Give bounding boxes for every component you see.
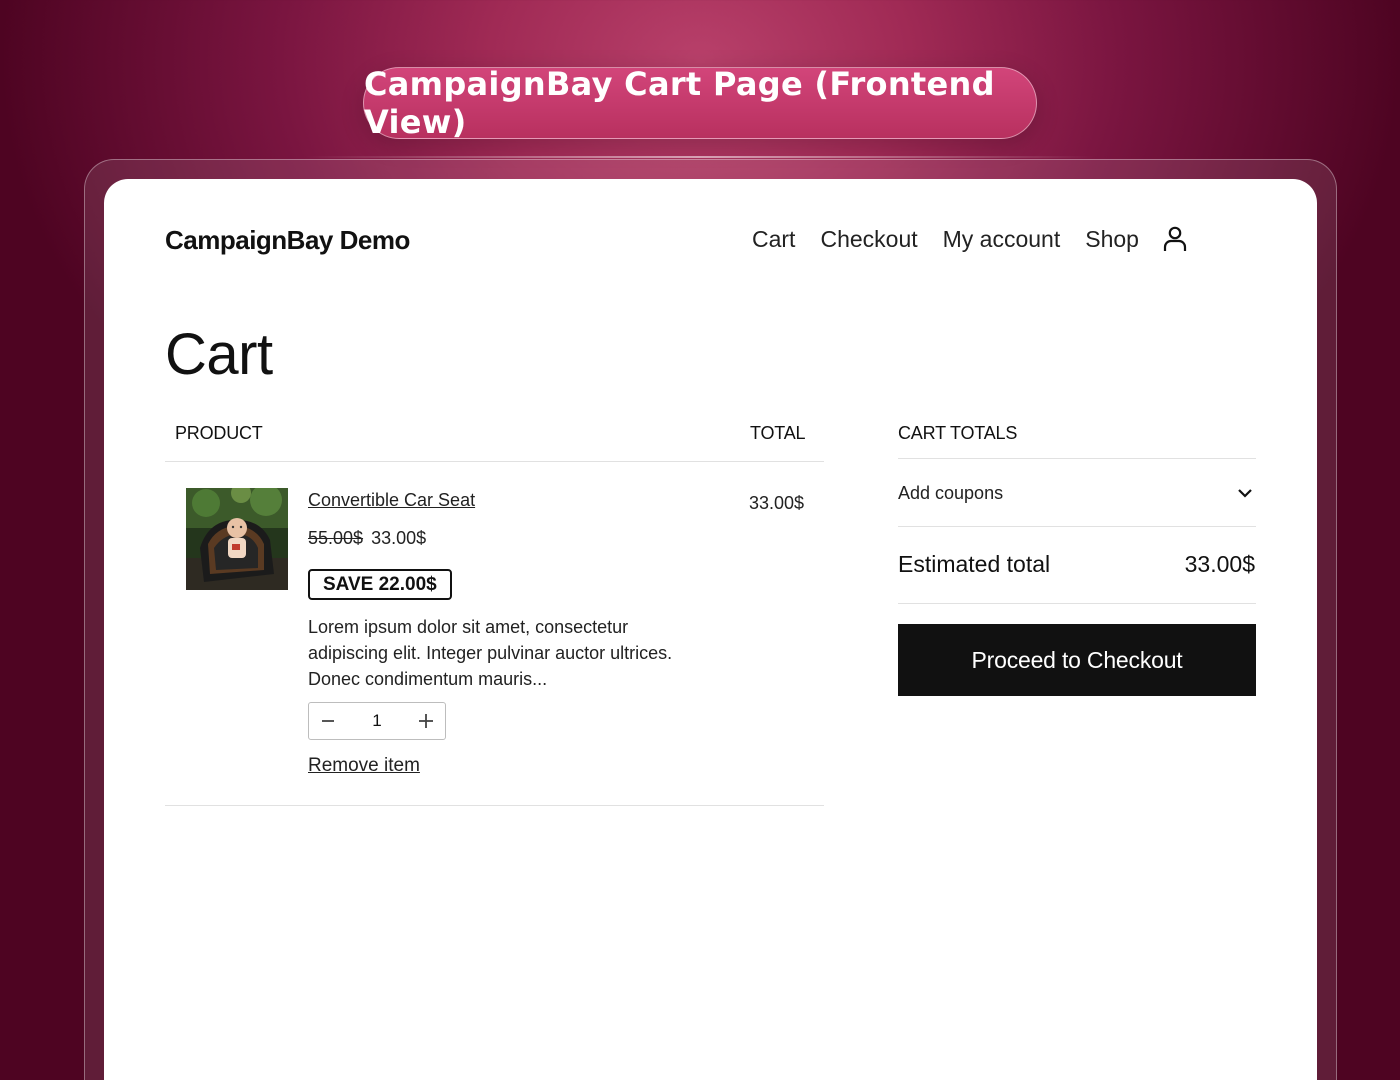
add-coupons-label: Add coupons	[898, 482, 1004, 503]
product-description: Lorem ipsum dolor sit amet, consectetur …	[308, 617, 673, 689]
site-brand[interactable]: CampaignBay Demo	[165, 225, 410, 256]
decrease-quantity-button[interactable]	[309, 703, 347, 739]
column-header-total: TOTAL	[750, 423, 806, 443]
proceed-to-checkout-button[interactable]: Proceed to Checkout	[898, 624, 1256, 696]
nav-item-checkout[interactable]: Checkout	[820, 226, 917, 253]
line-total: 33.00$	[749, 493, 805, 513]
product-price: 55.00$ 33.00$	[308, 528, 426, 549]
chevron-down-icon	[1238, 489, 1252, 498]
page-panel: CampaignBay Demo Cart Checkout My accoun…	[104, 179, 1317, 1080]
add-coupons-toggle[interactable]: Add coupons	[898, 460, 1255, 526]
save-badge-label: SAVE 22.00$	[323, 573, 437, 595]
nav-item-cart[interactable]: Cart	[752, 226, 795, 253]
glow-divider	[305, 156, 1095, 158]
column-header-product: PRODUCT	[175, 423, 263, 443]
user-icon[interactable]	[1162, 225, 1188, 253]
nav-item-my-account[interactable]: My account	[943, 226, 1061, 253]
nav-item-shop[interactable]: Shop	[1085, 226, 1139, 253]
quantity-stepper	[308, 702, 446, 740]
product-thumbnail[interactable]	[186, 488, 288, 590]
totals-divider-bottom	[898, 603, 1256, 604]
original-price: 55.00$	[308, 528, 364, 548]
plus-icon	[419, 714, 433, 728]
main-nav: Cart Checkout My account Shop	[752, 225, 1188, 253]
page-title: Cart	[165, 322, 273, 387]
minus-icon	[322, 720, 334, 722]
estimated-total-value: 33.00$	[1184, 551, 1255, 577]
save-badge: SAVE 22.00$	[308, 569, 452, 600]
hero-title: CampaignBay Cart Page (Frontend View)	[364, 65, 995, 141]
quantity-input[interactable]	[357, 711, 397, 731]
product-name-link[interactable]: Convertible Car Seat	[308, 490, 475, 511]
remove-item-link[interactable]: Remove item	[308, 755, 420, 777]
increase-quantity-button[interactable]	[407, 703, 445, 739]
sale-price: 33.00$	[371, 528, 427, 548]
cart-totals-heading: CART TOTALS	[898, 423, 1018, 443]
proceed-to-checkout-label: Proceed to Checkout	[971, 646, 1183, 673]
table-bottom-divider	[165, 805, 824, 806]
totals-divider-middle	[898, 526, 1256, 527]
totals-divider-top	[898, 458, 1256, 459]
product-photo-image	[186, 488, 288, 590]
estimated-total-label: Estimated total	[898, 551, 1051, 577]
table-header-divider	[165, 461, 824, 462]
hero-title-pill: CampaignBay Cart Page (Frontend View)	[363, 65, 1037, 141]
